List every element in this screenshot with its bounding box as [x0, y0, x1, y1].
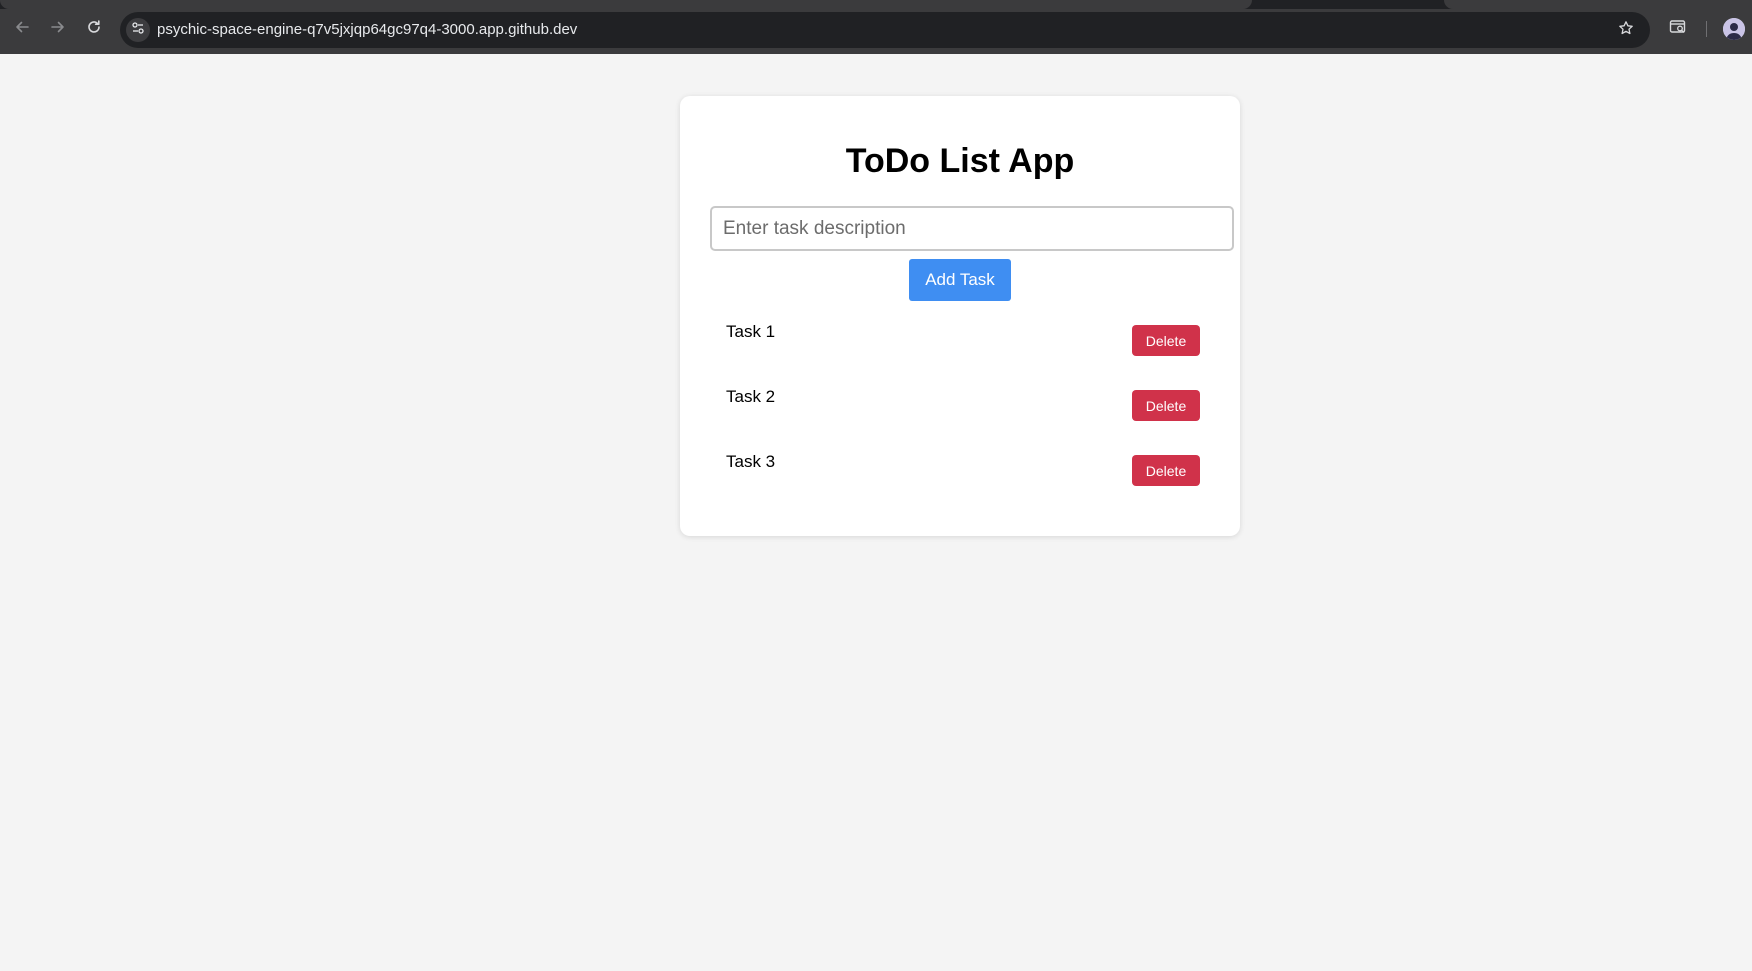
page-title: ToDo List App	[845, 142, 1075, 180]
delete-task-button[interactable]: Delete	[1132, 390, 1200, 421]
reload-button[interactable]	[82, 15, 106, 39]
task-item: Task 3 Delete	[726, 452, 1210, 486]
tab-search-icon	[1669, 18, 1687, 41]
task-label: Task 2	[726, 387, 776, 406]
toolbar-divider	[1706, 21, 1707, 37]
task-label: Task 3	[726, 452, 776, 471]
arrow-left-icon	[14, 19, 30, 35]
tab-search-button[interactable]	[1667, 18, 1689, 40]
browser-toolbar: psychic-space-engine-q7v5jxjqp64gc97q4-3…	[0, 0, 1752, 54]
tab-strip	[0, 0, 1752, 9]
task-description-input[interactable]	[710, 206, 1234, 251]
back-button[interactable]	[10, 15, 34, 39]
site-info-button[interactable]	[126, 18, 150, 42]
todo-card: ToDo List App Add Task Task 1 Delete Tas…	[680, 96, 1240, 536]
star-icon	[1618, 20, 1634, 41]
reload-icon	[86, 19, 102, 35]
inactive-tab[interactable]	[1444, 0, 1752, 9]
task-label: Task 1	[726, 322, 776, 341]
active-tab[interactable]	[0, 0, 1252, 9]
delete-task-button[interactable]: Delete	[1132, 325, 1200, 356]
bookmark-button[interactable]	[1616, 20, 1636, 40]
task-item: Task 1 Delete	[726, 322, 1210, 356]
task-item: Task 2 Delete	[726, 387, 1210, 421]
forward-button[interactable]	[46, 15, 70, 39]
tune-icon	[131, 21, 145, 40]
add-task-button[interactable]: Add Task	[909, 259, 1011, 301]
delete-task-button[interactable]: Delete	[1132, 455, 1200, 486]
url-text[interactable]: psychic-space-engine-q7v5jxjqp64gc97q4-3…	[157, 21, 577, 38]
address-bar[interactable]: psychic-space-engine-q7v5jxjqp64gc97q4-3…	[120, 12, 1650, 48]
arrow-right-icon	[50, 19, 66, 35]
avatar[interactable]	[1723, 18, 1745, 40]
